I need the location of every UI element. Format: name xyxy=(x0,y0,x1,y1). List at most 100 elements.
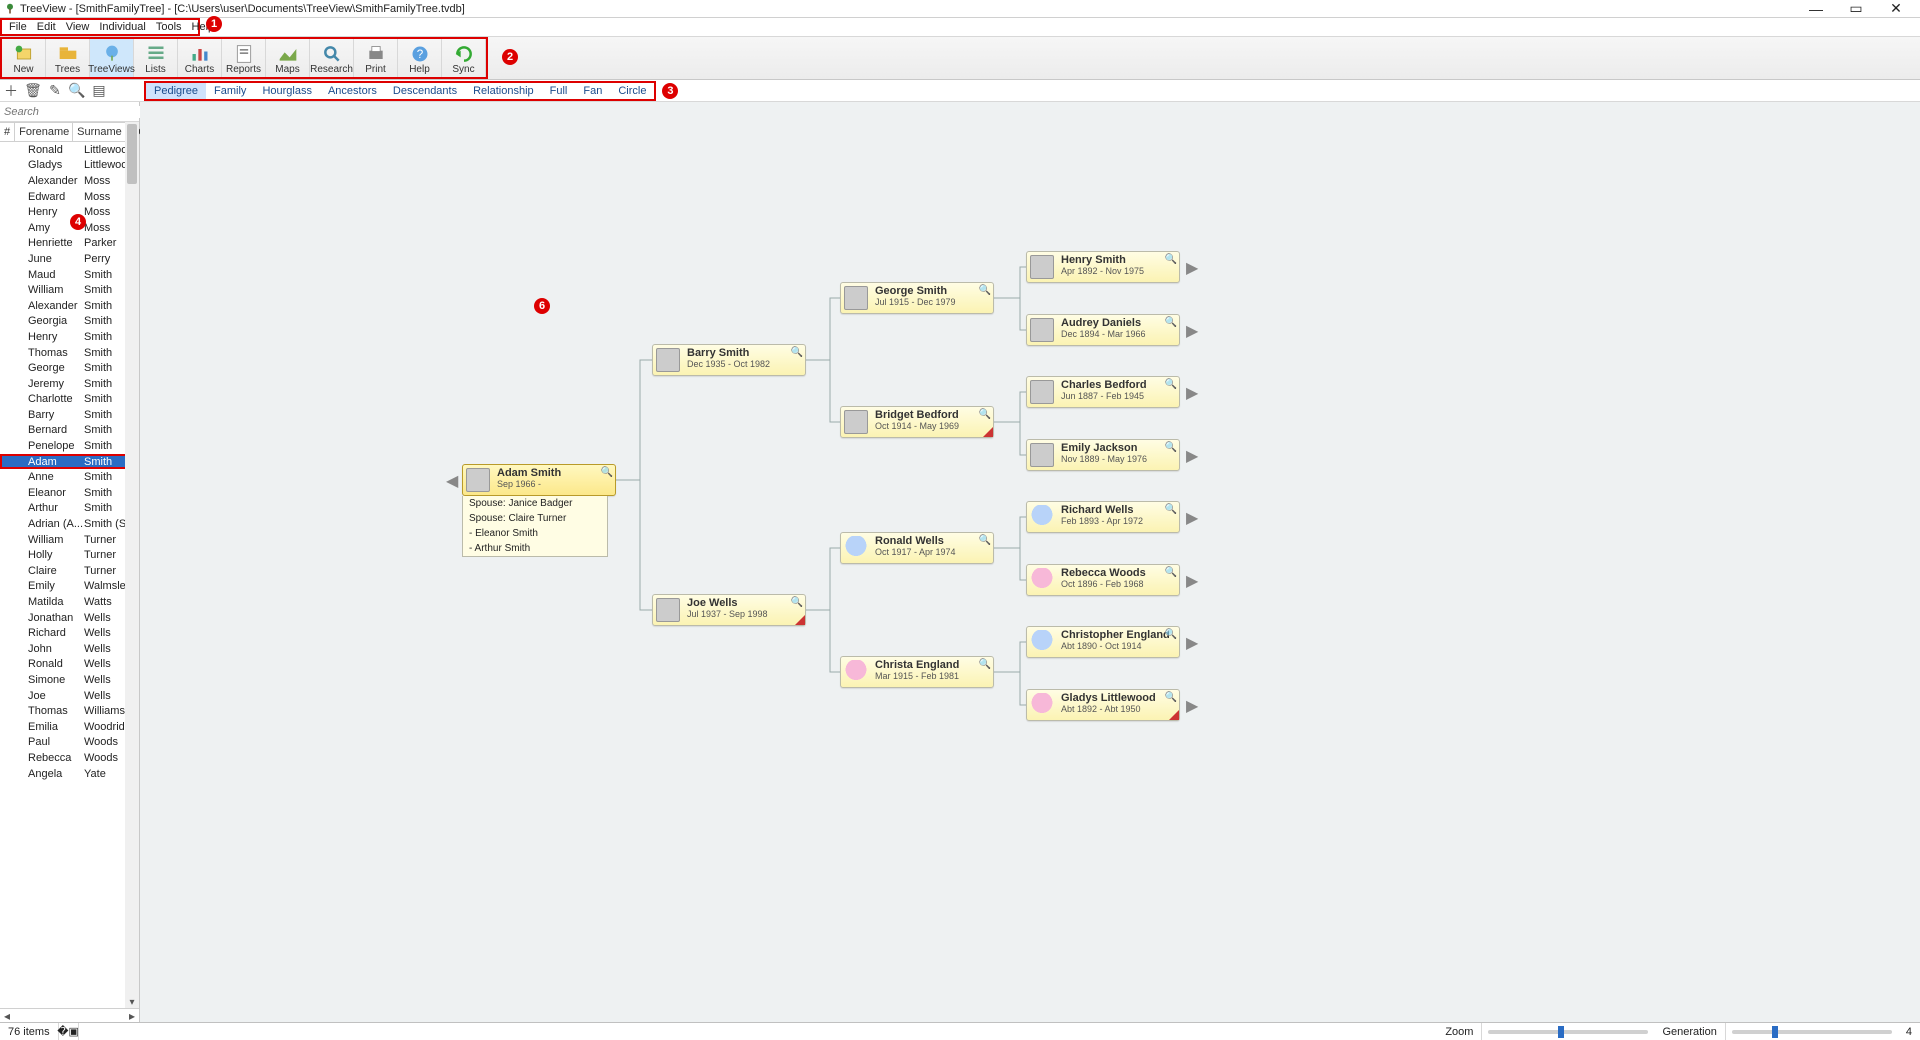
person-node[interactable]: Henry SmithApr 1892 - Nov 1975🔍 xyxy=(1026,251,1180,283)
people-row[interactable]: EleanorSmith xyxy=(0,485,139,501)
tool-research[interactable]: Research xyxy=(310,39,354,77)
menu-individual[interactable]: Individual xyxy=(94,21,150,33)
tool-print[interactable]: Print xyxy=(354,39,398,77)
scroll-left-icon[interactable]: ◂ xyxy=(0,1009,14,1023)
people-row[interactable]: BarrySmith xyxy=(0,407,139,423)
people-row[interactable]: HollyTurner xyxy=(0,547,139,563)
person-node[interactable]: Charles BedfordJun 1887 - Feb 1945🔍 xyxy=(1026,376,1180,408)
people-row[interactable]: BernardSmith xyxy=(0,423,139,439)
people-row[interactable]: GeorgeSmith xyxy=(0,360,139,376)
person-node-root[interactable]: Adam Smith Sep 1966 - 🔍 xyxy=(462,464,616,496)
people-row[interactable]: AngelaYate xyxy=(0,766,139,782)
people-row[interactable]: WilliamTurner xyxy=(0,532,139,548)
tab-pedigree[interactable]: Pedigree xyxy=(146,83,206,99)
scroll-thumb[interactable] xyxy=(127,124,137,184)
people-row[interactable]: JunePerry xyxy=(0,251,139,267)
people-row[interactable]: AnneSmith xyxy=(0,469,139,485)
tab-circle[interactable]: Circle xyxy=(610,83,654,99)
col-forename[interactable]: Forename xyxy=(15,123,73,141)
person-node[interactable]: Ronald WellsOct 1917 - Apr 1974🔍 xyxy=(840,532,994,564)
people-row[interactable]: AlexanderSmith xyxy=(0,298,139,314)
delete-person-button[interactable]: 🗑 xyxy=(22,81,44,101)
tab-hourglass[interactable]: Hourglass xyxy=(254,83,320,99)
magnify-icon[interactable]: 🔍 xyxy=(1165,379,1177,390)
people-row[interactable]: ClaireTurner xyxy=(0,563,139,579)
col-index[interactable]: # xyxy=(0,123,15,141)
tool-trees[interactable]: Trees xyxy=(46,39,90,77)
expand-right-icon[interactable]: ▶ xyxy=(1186,633,1198,653)
person-node[interactable]: Emily JacksonNov 1889 - May 1976🔍 xyxy=(1026,439,1180,471)
expand-right-icon[interactable]: ▶ xyxy=(1186,321,1198,341)
edit-person-button[interactable]: ✎ xyxy=(44,81,66,101)
root-sub-row[interactable]: Spouse: Claire Turner xyxy=(462,511,608,527)
people-row[interactable]: AlexanderMoss xyxy=(0,173,139,189)
person-node[interactable]: Christopher EnglandAbt 1890 - Oct 1914🔍 xyxy=(1026,626,1180,658)
magnify-icon[interactable]: 🔍 xyxy=(601,467,613,478)
people-column-header[interactable]: # Forename Surname �⁞ xyxy=(0,122,139,142)
magnify-icon[interactable]: 🔍 xyxy=(1165,629,1177,640)
search-input[interactable] xyxy=(4,106,147,118)
expand-right-icon[interactable]: ▶ xyxy=(1186,446,1198,466)
person-node[interactable]: George SmithJul 1915 - Dec 1979🔍 xyxy=(840,282,994,314)
tab-relationship[interactable]: Relationship xyxy=(465,83,542,99)
people-row[interactable]: RebeccaWoods xyxy=(0,750,139,766)
magnify-icon[interactable]: 🔍 xyxy=(1165,567,1177,578)
magnify-icon[interactable]: 🔍 xyxy=(1165,442,1177,453)
people-row[interactable]: Adrian (A...Smith (Sm xyxy=(0,516,139,532)
tool-treeviews[interactable]: TreeViews xyxy=(90,39,134,77)
expand-left-icon[interactable]: ◀ xyxy=(446,471,458,491)
people-row[interactable]: CharlotteSmith xyxy=(0,392,139,408)
maximize-button[interactable]: ▭ xyxy=(1836,0,1876,17)
magnify-icon[interactable]: 🔍 xyxy=(791,597,803,608)
root-sub-row[interactable]: - Arthur Smith xyxy=(462,541,608,557)
menu-file[interactable]: File xyxy=(4,21,32,33)
people-row[interactable]: MatildaWatts xyxy=(0,594,139,610)
people-row[interactable]: GeorgiaSmith xyxy=(0,314,139,330)
scroll-right-icon[interactable]: ▸ xyxy=(125,1009,139,1023)
people-row[interactable]: PenelopeSmith xyxy=(0,438,139,454)
menu-tools[interactable]: Tools xyxy=(151,21,187,33)
menu-view[interactable]: View xyxy=(61,21,95,33)
magnify-icon[interactable]: 🔍 xyxy=(979,409,991,420)
people-row[interactable]: SimoneWells xyxy=(0,672,139,688)
people-row[interactable]: HenrySmith xyxy=(0,329,139,345)
people-row[interactable]: ArthurSmith xyxy=(0,501,139,517)
magnify-icon[interactable]: 🔍 xyxy=(791,347,803,358)
tab-full[interactable]: Full xyxy=(542,83,576,99)
add-person-button[interactable]: ＋ xyxy=(0,81,22,101)
tool-help[interactable]: ?Help xyxy=(398,39,442,77)
people-row[interactable]: HenryMoss xyxy=(0,204,139,220)
pedigree-canvas[interactable]: 6 ◀ Adam Smith Sep 1966 - 🔍 Spouse: Jani… xyxy=(140,102,1920,1022)
expand-right-icon[interactable]: ▶ xyxy=(1186,696,1198,716)
close-button[interactable]: ✕ xyxy=(1876,0,1916,17)
card-button[interactable]: ▤ xyxy=(88,81,110,101)
tab-fan[interactable]: Fan xyxy=(575,83,610,99)
people-row[interactable]: GladysLittlewood xyxy=(0,158,139,174)
magnify-icon[interactable]: 🔍 xyxy=(979,285,991,296)
people-row[interactable]: RonaldWells xyxy=(0,657,139,673)
tool-sync[interactable]: Sync xyxy=(442,39,486,77)
menu-edit[interactable]: Edit xyxy=(32,21,61,33)
expand-right-icon[interactable]: ▶ xyxy=(1186,508,1198,528)
person-node[interactable]: Richard WellsFeb 1893 - Apr 1972🔍 xyxy=(1026,501,1180,533)
person-node[interactable]: Barry SmithDec 1935 - Oct 1982🔍 xyxy=(652,344,806,376)
tool-reports[interactable]: Reports xyxy=(222,39,266,77)
root-sub-row[interactable]: Spouse: Janice Badger xyxy=(462,496,608,512)
minimize-button[interactable]: — xyxy=(1796,1,1836,17)
expand-right-icon[interactable]: ▶ xyxy=(1186,571,1198,591)
status-panel-toggle[interactable]: �▣ xyxy=(59,1023,79,1040)
magnify-icon[interactable]: 🔍 xyxy=(1165,504,1177,515)
people-row[interactable]: MaudSmith xyxy=(0,267,139,283)
magnify-icon[interactable]: 🔍 xyxy=(979,535,991,546)
zoom-slider[interactable] xyxy=(1488,1030,1648,1034)
person-node[interactable]: Gladys LittlewoodAbt 1892 - Abt 1950🔍 xyxy=(1026,689,1180,721)
col-surname[interactable]: Surname xyxy=(73,123,127,141)
people-scrollbar-vertical[interactable]: ▴ ▾ xyxy=(125,122,139,1008)
tool-new[interactable]: New xyxy=(2,39,46,77)
people-row[interactable]: PaulWoods xyxy=(0,735,139,751)
people-row[interactable]: ThomasSmith xyxy=(0,345,139,361)
people-list[interactable]: RonaldLittlewoodGladysLittlewoodAlexande… xyxy=(0,142,139,1008)
root-sub-row[interactable]: - Eleanor Smith xyxy=(462,526,608,542)
people-row[interactable]: JeremySmith xyxy=(0,376,139,392)
tool-charts[interactable]: Charts xyxy=(178,39,222,77)
